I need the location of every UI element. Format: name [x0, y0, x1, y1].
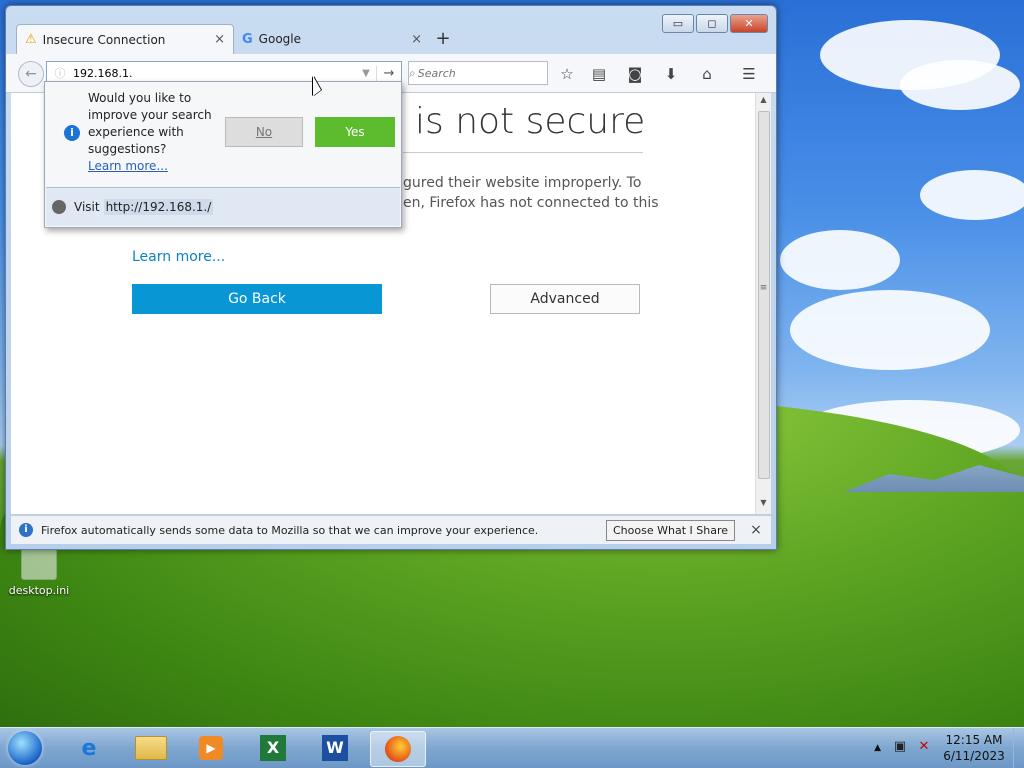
go-button[interactable]: → [376, 65, 401, 81]
choose-what-i-share-button[interactable]: Choose What I Share [606, 519, 735, 541]
popup-question: Would you like to improve your search ex… [88, 91, 212, 156]
yes-button[interactable]: Yes [315, 117, 395, 147]
menu-icon[interactable]: ☰ [738, 63, 760, 85]
no-button[interactable]: No [225, 117, 303, 147]
back-button[interactable]: ← [18, 61, 44, 87]
home-icon[interactable]: ⌂ [696, 63, 718, 85]
downloads-icon[interactable]: ⬇ [660, 63, 682, 85]
scroll-up-arrow-icon[interactable]: ▲ [756, 95, 771, 109]
excel-icon[interactable]: X [246, 731, 300, 765]
network-icon[interactable]: ▣ [891, 739, 909, 757]
word-icon[interactable]: W [308, 731, 362, 765]
maximize-button[interactable]: ◻ [696, 14, 728, 33]
file-icon [21, 548, 57, 580]
notification-bar: i Firefox automatically sends some data … [11, 515, 771, 544]
popup-learn-more-link[interactable]: Learn more... [88, 159, 168, 173]
tab-title: Insecure Connection [42, 32, 166, 47]
show-desktop-button[interactable] [1013, 728, 1024, 768]
show-hidden-icons-icon[interactable]: ▲ [874, 743, 881, 753]
close-notification-icon[interactable]: × [747, 522, 765, 538]
reading-list-icon[interactable]: ▤ [588, 63, 610, 85]
internet-explorer-icon[interactable]: e [62, 731, 116, 765]
cloud [790, 290, 990, 370]
globe-icon [52, 200, 66, 214]
volume-muted-icon[interactable]: ✕ [915, 739, 933, 757]
clock-time: 12:15 AM [945, 733, 1003, 747]
site-info-icon[interactable]: ⓘ [51, 65, 69, 81]
minimize-button[interactable]: ▭ [662, 14, 694, 33]
pocket-icon[interactable]: ◙ [624, 63, 646, 85]
tab-google[interactable]: G Google × [234, 24, 430, 54]
search-suggestions-popup: i Would you like to improve your search … [44, 81, 402, 228]
dropdown-arrow-icon[interactable]: ▼ [356, 68, 376, 79]
cloud [900, 60, 1020, 110]
window-controls: ▭ ◻ ✕ [662, 14, 768, 33]
new-tab-button[interactable]: + [430, 24, 456, 54]
visit-label: Visit [74, 200, 100, 214]
learn-more-link[interactable]: Learn more... [132, 249, 225, 265]
taskbar: e ▶ X W ▲ ▣ ✕ 12:15 AM 6/11/2023 [0, 727, 1024, 768]
go-back-button[interactable]: Go Back [132, 284, 382, 314]
file-explorer-icon[interactable] [124, 731, 178, 765]
desktop-icon-label: desktop.ini [8, 584, 70, 597]
scroll-thumb[interactable] [758, 111, 770, 479]
tab-insecure-connection[interactable]: ⚠ Insecure Connection × [16, 24, 234, 54]
desktop-ini-icon[interactable]: desktop.ini [6, 548, 72, 597]
mouse-cursor-icon [313, 76, 321, 96]
clock[interactable]: 12:15 AM 6/11/2023 [939, 732, 1009, 764]
advanced-button[interactable]: Advanced [490, 284, 640, 314]
system-tray: ▲ ▣ ✕ 12:15 AM 6/11/2023 [874, 728, 1024, 768]
scroll-grip-icon: ≡ [759, 283, 768, 293]
clock-date: 6/11/2023 [943, 749, 1005, 763]
search-input[interactable] [415, 65, 563, 81]
google-icon: G [242, 31, 253, 47]
tab-title: Google [258, 32, 301, 46]
start-button[interactable] [8, 731, 42, 765]
page-description: gured their website improperly. To en, F… [403, 173, 659, 213]
vertical-scrollbar[interactable]: ▲ ≡ ▼ [755, 93, 771, 514]
cloud [920, 170, 1024, 220]
firefox-icon[interactable] [370, 731, 426, 767]
close-tab-icon[interactable]: × [214, 32, 225, 47]
notification-message: Firefox automatically sends some data to… [41, 523, 539, 537]
tab-strip: ⚠ Insecure Connection × G Google × + [16, 24, 456, 54]
visit-url: http://192.168.1./ [103, 199, 214, 215]
media-player-icon[interactable]: ▶ [184, 731, 238, 765]
scroll-down-arrow-icon[interactable]: ▼ [756, 498, 771, 512]
bookmark-star-icon[interactable]: ☆ [556, 63, 578, 85]
visit-suggestion[interactable]: Visit http://192.168.1./ [46, 187, 400, 226]
search-icon: ⌕ [409, 65, 416, 80]
warning-icon: ⚠ [25, 32, 37, 47]
page-heading: is not secure [415, 101, 646, 142]
heading-divider [403, 152, 643, 153]
close-tab-icon[interactable]: × [411, 32, 422, 47]
close-window-button[interactable]: ✕ [730, 14, 768, 33]
search-bar[interactable]: ⌕ [408, 61, 563, 85]
description-line: gured their website improperly. To [403, 175, 642, 191]
info-icon: i [19, 523, 33, 537]
cloud [780, 230, 900, 290]
description-line: en, Firefox has not connected to this [403, 195, 659, 211]
info-icon: i [64, 125, 80, 141]
